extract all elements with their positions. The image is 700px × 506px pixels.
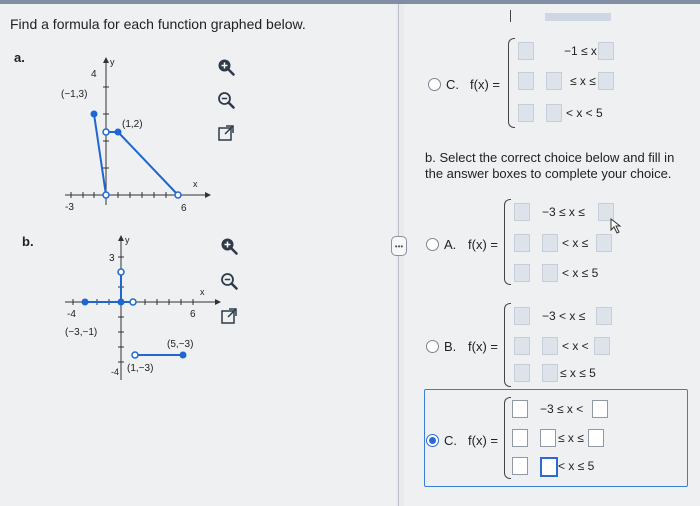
graph-a-x-left-label: -3 [65,202,74,213]
part-b-choice-a-fx: f(x) = [468,237,498,252]
part-b-a-cond-2: < x ≤ [562,236,589,250]
graph-a-point-1-2 [114,128,122,136]
part-b-c-lower-3[interactable] [540,457,558,477]
graph-b-point-5-neg3 [179,351,187,359]
part-b-a-cond-1: −3 ≤ x ≤ [542,205,585,219]
panel-resize-handle[interactable]: ••• [391,236,407,256]
part-b-b-lower-3[interactable] [542,364,558,382]
graph-a-y-axis-label: y [110,57,115,67]
mouse-cursor-icon [610,218,622,234]
part-b-choice-b-fx: f(x) = [468,339,498,354]
part-b-b-expr-3[interactable] [514,364,530,382]
graph-b-y-axis-label: y [125,235,130,245]
part-b-b-cond-3: ≤ x ≤ 5 [560,366,596,380]
graph-b-point-neg3-neg1 [81,298,89,306]
graph-b-point-label-3: (1,−3) [127,363,153,374]
graph-a: (−1,3) (1,2) 4 -3 6 x y [61,57,211,214]
part-a-label: a. [14,50,25,65]
part-a-c-bound-1[interactable] [598,42,614,60]
popout-icon[interactable] [220,307,238,325]
part-b-b-bound-1[interactable] [596,307,612,325]
part-a-choice-c-brace [508,38,515,128]
part-a-choice-c-fx: f(x) = [470,77,500,92]
part-b-a-expr-2[interactable] [514,234,530,252]
part-b-choice-c-letter: C. [444,433,457,448]
popout-icon[interactable] [217,124,235,142]
graph-b-x-left-label: -4 [67,309,76,320]
part-b-c-expr-2[interactable] [512,429,528,447]
zoom-in-icon[interactable] [220,237,238,255]
part-a-c-cond-3: < x < 5 [566,106,603,120]
handle-dots: ••• [394,241,404,251]
graph-a-x-axis-label: x [193,179,198,189]
graph-a-point-label-2: (1,2) [122,119,143,130]
part-b-c-cond-3: < x ≤ 5 [558,459,595,473]
part-b-a-expr-1[interactable] [514,203,530,221]
part-b-c-lower-2[interactable] [540,429,556,447]
part-b-c-upper-2[interactable] [588,429,604,447]
part-a-c-expr-1[interactable] [518,42,534,60]
part-a-c-cond-2: ≤ x ≤ [570,74,596,88]
answer-box-fragment [545,13,611,21]
part-b-choice-c-radio[interactable] [426,434,439,447]
part-b-b-cond-2: < x < [562,339,589,353]
part-b-b-lower-2[interactable] [542,337,558,355]
part-b-a-expr-3[interactable] [514,264,530,282]
part-b-choice-a-radio[interactable] [426,238,439,251]
zoom-in-icon[interactable] [217,58,235,76]
graph-b-point-label-1: (−3,−1) [65,327,97,338]
part-a-choice-c-radio[interactable] [428,78,441,91]
graph-b-y-bottom-label: -4 [111,367,119,377]
graph-b: (−3,−1) (5,−3) (1,−3) 3 -4 -4 6 x y [65,235,221,380]
part-b-c-bound-1[interactable] [592,400,608,418]
graph-b-x-right-label: 6 [190,309,196,320]
part-a-choice-c-letter: C. [446,77,459,92]
zoom-out-icon[interactable] [217,91,235,109]
part-b-a-upper-2[interactable] [596,234,612,252]
brace-fragment [510,10,517,22]
part-b-b-cond-1: −3 < x ≤ [542,309,586,323]
part-b-a-cond-3: < x ≤ 5 [562,266,599,280]
part-b-choice-c-fx: f(x) = [468,433,498,448]
part-b-a-lower-2[interactable] [542,234,558,252]
part-b-choice-b-radio[interactable] [426,340,439,353]
graph-b-point-origin [117,298,125,306]
graph-a-point-neg1-3 [90,110,98,118]
part-b-b-expr-1[interactable] [514,307,530,325]
part-b-instruction: b. Select the correct choice below and f… [425,150,675,181]
part-b-choice-a-brace [504,199,511,285]
part-a-c-lower-2[interactable] [546,72,562,90]
part-a-c-lower-3[interactable] [546,104,562,122]
part-b-choice-c-brace [504,397,511,479]
question-title: Find a formula for each function graphed… [10,16,306,32]
graph-b-point-label-2: (5,−3) [167,339,193,350]
graph-b-y-tick-label: 3 [109,253,115,264]
part-a-c-expr-3[interactable] [518,104,534,122]
part-b-c-expr-3[interactable] [512,457,528,475]
part-b-a-lower-3[interactable] [542,264,558,282]
part-b-choice-b-letter: B. [444,339,457,354]
part-a-c-expr-2[interactable] [518,72,534,90]
part-b-c-cond-2: ≤ x ≤ [558,431,584,445]
part-b-c-expr-1[interactable] [512,400,528,418]
part-b-choice-a-letter: A. [444,237,457,252]
graph-a-point-label-1: (−1,3) [61,89,87,100]
part-a-c-upper-2[interactable] [598,72,614,90]
graph-a-y-tick-label: 4 [91,69,97,80]
part-b-choice-b-brace [504,303,511,387]
graph-b-x-axis-label: x [200,287,205,297]
part-b-b-upper-2[interactable] [594,337,610,355]
part-b-c-cond-1: −3 ≤ x < [540,402,584,416]
part-b-b-expr-2[interactable] [514,337,530,355]
part-b-label: b. [22,234,34,249]
graph-a-x-right-label: 6 [181,203,187,214]
zoom-out-icon[interactable] [220,272,238,290]
